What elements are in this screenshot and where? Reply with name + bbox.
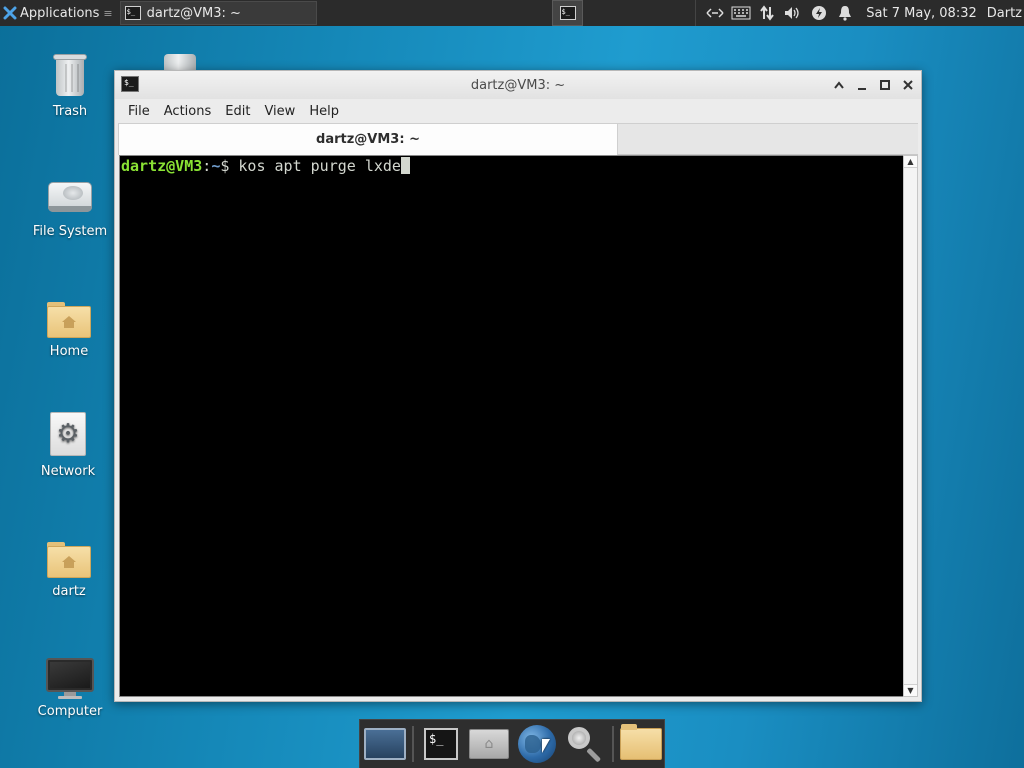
harddrive-icon <box>46 172 94 220</box>
menu-view[interactable]: View <box>257 104 302 119</box>
top-panel: Applications ≡ $_ dartz@VM3: ~ $_ Sat 7 … <box>0 0 1024 26</box>
monitor-icon <box>46 652 94 700</box>
terminal-window: $_ dartz@VM3: ~ File Actions Edit View H… <box>114 70 922 702</box>
tab-terminal[interactable]: dartz@VM3: ~ <box>118 123 618 155</box>
volume-icon[interactable] <box>780 0 806 26</box>
menu-actions[interactable]: Actions <box>157 104 219 119</box>
file-manager-icon <box>620 724 663 760</box>
menu-file[interactable]: File <box>121 104 157 119</box>
desktop-icon-computer[interactable]: Computer <box>25 652 115 719</box>
show-desktop-icon <box>364 728 407 760</box>
terminal-icon: $_ <box>559 6 576 20</box>
terminal-icon[interactable]: $_ <box>121 76 139 92</box>
desktop-icon-label: Computer <box>37 704 103 719</box>
user-menu[interactable]: Dartz <box>987 6 1024 21</box>
home-folder-icon <box>45 532 93 580</box>
keyboard-icon[interactable] <box>728 0 754 26</box>
menu-bar: File Actions Edit View Help <box>115 99 921 123</box>
window-titlebar[interactable]: $_ dartz@VM3: ~ <box>115 71 921 99</box>
window-title: dartz@VM3: ~ <box>470 77 566 93</box>
desktop-icon-file-system[interactable]: File System <box>25 172 115 239</box>
menu-help[interactable]: Help <box>302 104 346 119</box>
desktop-icon-network[interactable]: ⚙ Network <box>23 412 113 479</box>
transfer-icon[interactable] <box>754 0 780 26</box>
dock-separator <box>412 726 414 762</box>
close-button[interactable] <box>901 78 915 92</box>
mouse-pointer-icon <box>542 739 551 753</box>
xfce-logo-icon <box>3 6 17 20</box>
trash-icon <box>46 52 94 100</box>
scroll-down-arrow-icon[interactable]: ▼ <box>904 684 917 696</box>
desktop-icon-label: dartz <box>52 584 86 599</box>
network-icon[interactable] <box>702 0 728 26</box>
window-controls <box>832 71 915 99</box>
notifications-icon[interactable] <box>832 0 858 26</box>
app-finder-launcher[interactable] <box>562 721 608 767</box>
taskbar-window-title: dartz@VM3: ~ <box>146 5 241 21</box>
file-manager-launcher[interactable] <box>618 721 664 767</box>
minimize-button[interactable] <box>855 78 869 92</box>
system-tray: Sat 7 May, 08:32 Dartz <box>695 0 1024 26</box>
applications-menu-button[interactable]: Applications ≡ <box>0 0 117 26</box>
tab-bar-empty <box>618 123 918 154</box>
network-gear-icon: ⚙ <box>44 412 92 460</box>
terminal-launcher[interactable]: $_ <box>418 721 464 767</box>
dock: $_ ⌂ <box>359 719 665 768</box>
desktop-icon-label: File System <box>32 224 108 239</box>
show-desktop-button[interactable] <box>362 721 408 767</box>
terminal-launcher-button[interactable]: $_ <box>552 0 583 26</box>
text-cursor <box>400 157 410 174</box>
command-text: kos apt purge lxde <box>229 157 401 175</box>
web-browser-launcher[interactable] <box>514 721 560 767</box>
home-folder-launcher[interactable]: ⌂ <box>466 721 512 767</box>
prompt-path: ~ <box>211 157 221 175</box>
terminal-icon: $_ <box>423 728 458 760</box>
maximize-button[interactable] <box>878 78 892 92</box>
web-browser-icon <box>518 725 557 763</box>
desktop-icon-trash[interactable]: Trash <box>25 52 115 119</box>
vertical-scrollbar[interactable]: ▲ ▼ <box>903 155 918 697</box>
home-folder-icon <box>45 292 93 340</box>
applications-label: Applications <box>20 5 100 21</box>
clock[interactable]: Sat 7 May, 08:32 <box>858 6 986 21</box>
panel-separator-glyph: ≡ <box>103 6 113 20</box>
desktop-icon-home[interactable]: Home <box>24 292 114 359</box>
desktop-icon-label: Trash <box>52 104 88 119</box>
desktop-icon-dartz[interactable]: dartz <box>24 532 114 599</box>
power-icon[interactable] <box>806 0 832 26</box>
tray-divider <box>695 0 697 26</box>
prompt-user-host: dartz@VM3 <box>121 157 203 175</box>
shade-button[interactable] <box>832 78 846 92</box>
dock-separator <box>612 726 614 762</box>
taskbar-window-button[interactable]: $_ dartz@VM3: ~ <box>119 1 317 25</box>
scroll-up-arrow-icon[interactable]: ▲ <box>904 156 917 168</box>
app-finder-icon <box>566 725 604 763</box>
tab-bar: dartz@VM3: ~ <box>118 123 918 155</box>
prompt-colon: : <box>202 157 212 175</box>
menu-edit[interactable]: Edit <box>218 104 257 119</box>
desktop-icon-label: Network <box>40 464 96 479</box>
terminal-icon: $_ <box>124 6 141 20</box>
home-folder-icon: ⌂ <box>469 729 509 759</box>
terminal-output[interactable]: dartz@VM3:~$ kos apt purge lxde <box>119 155 905 697</box>
desktop-icon-label: Home <box>49 344 89 359</box>
